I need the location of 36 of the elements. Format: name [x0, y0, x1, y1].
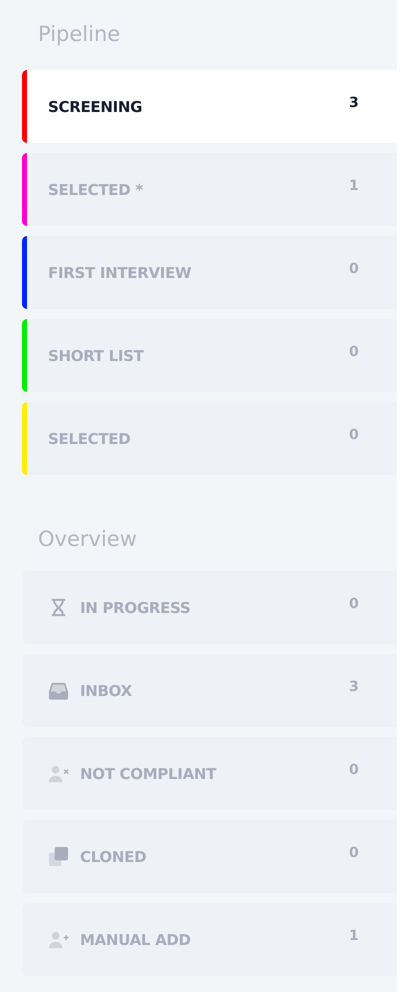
pipeline-stage[interactable]: SELECTED * 1 — [22, 153, 397, 226]
stage-label: SELECTED * — [48, 180, 144, 198]
section-heading: Overview — [38, 526, 138, 553]
overview-item[interactable]: CLONED 0 — [22, 820, 397, 893]
overview-item[interactable]: MANUAL ADD 1 — [22, 903, 397, 976]
stage-label: SELECTED — [48, 430, 132, 448]
inbox-icon — [48, 680, 69, 701]
overview-item[interactable]: NOT COMPLIANT 0 — [22, 737, 397, 810]
pipeline-stage[interactable]: FIRST INTERVIEW 0 — [22, 236, 397, 309]
stage-label: SCREENING — [48, 98, 144, 116]
item-label: CLONED — [80, 848, 148, 866]
section-heading: Pipeline — [38, 21, 122, 48]
stage-count: 0 — [349, 260, 360, 276]
item-label: INBOX — [80, 682, 133, 700]
item-count: 0 — [349, 596, 360, 612]
item-count: 1 — [349, 928, 360, 944]
stage-count: 1 — [349, 178, 360, 194]
item-count: 0 — [349, 844, 360, 860]
user-add-icon — [48, 929, 69, 950]
item-label: IN PROGRESS — [80, 598, 192, 616]
stage-label: SHORT LIST — [48, 346, 145, 364]
item-count: 3 — [349, 678, 360, 694]
stage-label: FIRST INTERVIEW — [48, 264, 192, 282]
item-count: 0 — [349, 762, 360, 778]
stage-count: 0 — [349, 344, 360, 360]
pipeline-stage[interactable]: SHORT LIST 0 — [22, 319, 397, 392]
overview-item[interactable]: IN PROGRESS 0 — [22, 571, 397, 644]
stage-count: 3 — [349, 94, 360, 110]
stage-count: 0 — [349, 426, 360, 442]
overview-item[interactable]: INBOX 3 — [22, 654, 397, 727]
item-label: MANUAL ADD — [80, 930, 192, 948]
clone-icon — [48, 846, 69, 867]
item-label: NOT COMPLIANT — [80, 764, 218, 782]
user-remove-icon — [48, 763, 69, 784]
pipeline-stage[interactable]: SELECTED 0 — [22, 402, 397, 475]
pipeline-stage[interactable]: SCREENING 3 — [22, 70, 397, 143]
